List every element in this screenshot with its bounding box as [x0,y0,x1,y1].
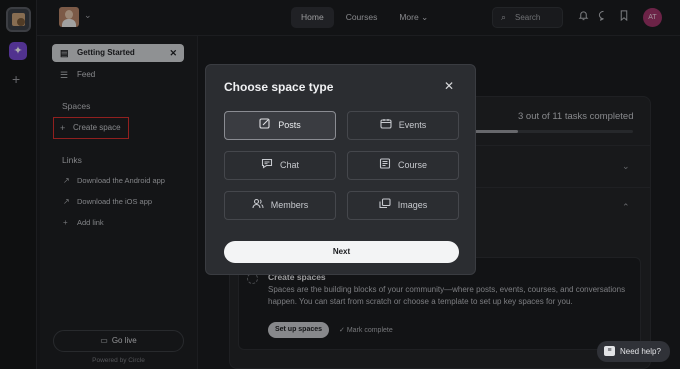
space-type-label: Events [398,120,427,130]
next-button[interactable]: Next [224,241,459,263]
close-icon[interactable]: ✕ [444,79,454,93]
space-type-label: Course [397,160,427,170]
space-type-events[interactable]: Events [347,111,459,140]
space-type-chat[interactable]: Chat [224,151,336,180]
course-icon [379,158,391,169]
space-type-label: Posts [278,120,301,130]
calendar-icon [380,119,392,129]
space-type-label: Members [270,200,309,210]
members-icon [252,198,264,209]
need-help-label: Need help? [620,347,661,356]
space-type-images[interactable]: Images [347,191,459,220]
space-type-label: Chat [279,160,299,170]
posts-icon [259,118,270,129]
images-icon [379,198,391,209]
space-type-members[interactable]: Members [224,191,336,220]
modal-title: Choose space type [224,80,334,94]
chat-icon [261,158,273,169]
space-type-posts[interactable]: Posts [224,111,336,140]
choose-space-type-modal: Choose space type ✕ Posts Events Chat Co… [205,64,476,275]
space-type-course[interactable]: Course [347,151,459,180]
need-help-button[interactable]: ≡ Need help? [597,341,670,362]
help-chat-icon: ≡ [604,346,615,356]
space-type-label: Images [397,200,428,210]
